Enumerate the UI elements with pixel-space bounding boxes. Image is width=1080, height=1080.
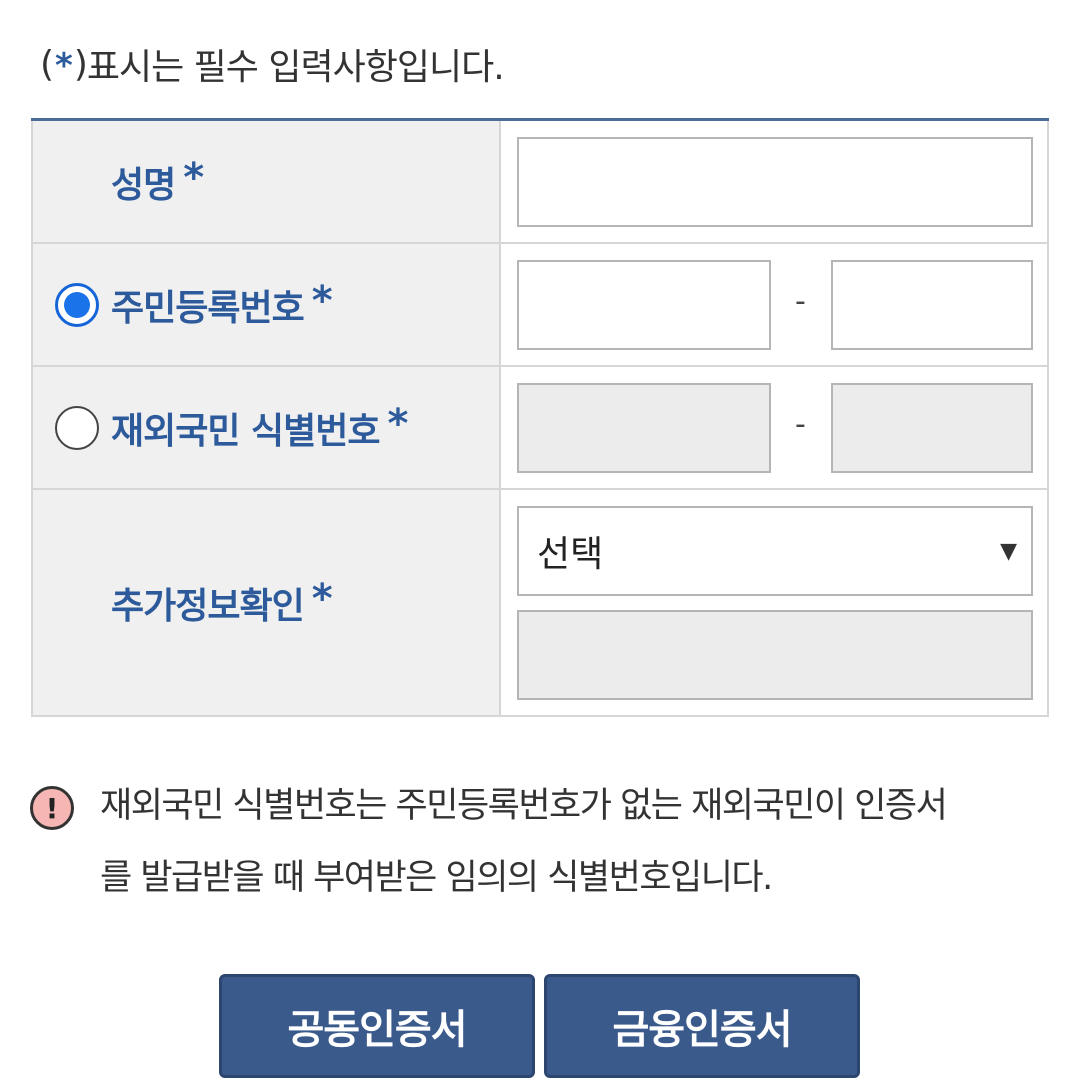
rrn-back-input[interactable]: [831, 260, 1033, 350]
required-star-icon: *: [183, 154, 204, 201]
extra-info-input-cell: 선택 ▼: [499, 488, 1049, 717]
foreign-id-separator: -: [795, 407, 806, 442]
extra-info-label-text: 추가정보확인: [111, 585, 305, 627]
joint-certificate-button[interactable]: 공동인증서: [219, 974, 535, 1078]
foreign-id-input-cell: -: [499, 365, 1049, 490]
extra-info-label-cell: 추가정보확인 *: [31, 488, 501, 717]
foreign-id-back-input[interactable]: [831, 383, 1033, 473]
dropdown-arrow-icon: ▼: [1000, 538, 1017, 564]
required-star-icon: *: [387, 400, 409, 447]
required-star-icon: *: [311, 575, 333, 622]
rrn-radio-button[interactable]: [55, 282, 99, 327]
rrn-radio-option[interactable]: 주민등록번호 *: [33, 277, 499, 331]
identity-form-table: 성명 * 주민등록번호 * - 재외국민 식별번호 * - 추가정보확인 * 선…: [31, 118, 1049, 717]
name-label-text: 성명: [111, 164, 176, 206]
foreign-id-radio-option[interactable]: 재외국민 식별번호 *: [33, 400, 499, 454]
info-text-line-1: 재외국민 식별번호는 주민등록번호가 없는 재외국민이 인증서: [100, 786, 948, 826]
form-row-rrn: 주민등록번호 * -: [31, 242, 1049, 367]
form-row-foreign-id: 재외국민 식별번호 * -: [31, 365, 1049, 490]
foreign-id-label-text: 재외국민 식별번호: [111, 410, 380, 452]
extra-info-input[interactable]: [517, 610, 1033, 700]
rrn-front-input[interactable]: [517, 260, 771, 350]
name-input[interactable]: [517, 137, 1033, 227]
extra-info-label: 추가정보확인 *: [33, 575, 499, 629]
financial-certificate-button[interactable]: 금융인증서: [544, 974, 860, 1078]
form-row-extra-info: 추가정보확인 * 선택 ▼: [31, 488, 1049, 717]
extra-info-select-value: 선택: [537, 534, 604, 575]
form-row-name: 성명 *: [31, 118, 1049, 244]
foreign-id-info-notice: ! 재외국민 식별번호는 주민등록번호가 없는 재외국민이 인증서 를 발급받을…: [30, 780, 1040, 914]
note-text: 표시는 필수 입력사항입니다.: [86, 47, 505, 88]
name-label: 성명 *: [33, 154, 499, 208]
rrn-label-text: 주민등록번호: [111, 287, 305, 329]
exclamation-icon: !: [30, 786, 74, 830]
note-close-paren: ): [73, 43, 88, 85]
extra-info-select[interactable]: 선택 ▼: [517, 506, 1033, 596]
required-star-icon: *: [55, 46, 73, 86]
info-text: 재외국민 식별번호는 주민등록번호가 없는 재외국민이 인증서 를 발급받을 때…: [100, 770, 948, 914]
name-label-cell: 성명 *: [31, 118, 501, 244]
required-star-icon: *: [311, 277, 333, 324]
note-open-paren: (: [40, 43, 54, 85]
rrn-separator: -: [795, 284, 806, 319]
rrn-label-cell: 주민등록번호 *: [31, 242, 501, 367]
name-input-cell: [499, 118, 1049, 244]
foreign-id-label-cell: 재외국민 식별번호 *: [31, 365, 501, 490]
rrn-input-cell: -: [499, 242, 1049, 367]
foreign-id-radio-button[interactable]: [55, 405, 99, 450]
info-text-line-2: 를 발급받을 때 부여받은 임의의 식별번호입니다.: [100, 858, 773, 898]
page: ( * ) 표시는 필수 입력사항입니다. 성명 * 주민등록번호 * - 재외…: [0, 0, 1080, 1080]
foreign-id-front-input[interactable]: [517, 383, 771, 473]
required-fields-note: ( * ) 표시는 필수 입력사항입니다.: [40, 38, 505, 90]
